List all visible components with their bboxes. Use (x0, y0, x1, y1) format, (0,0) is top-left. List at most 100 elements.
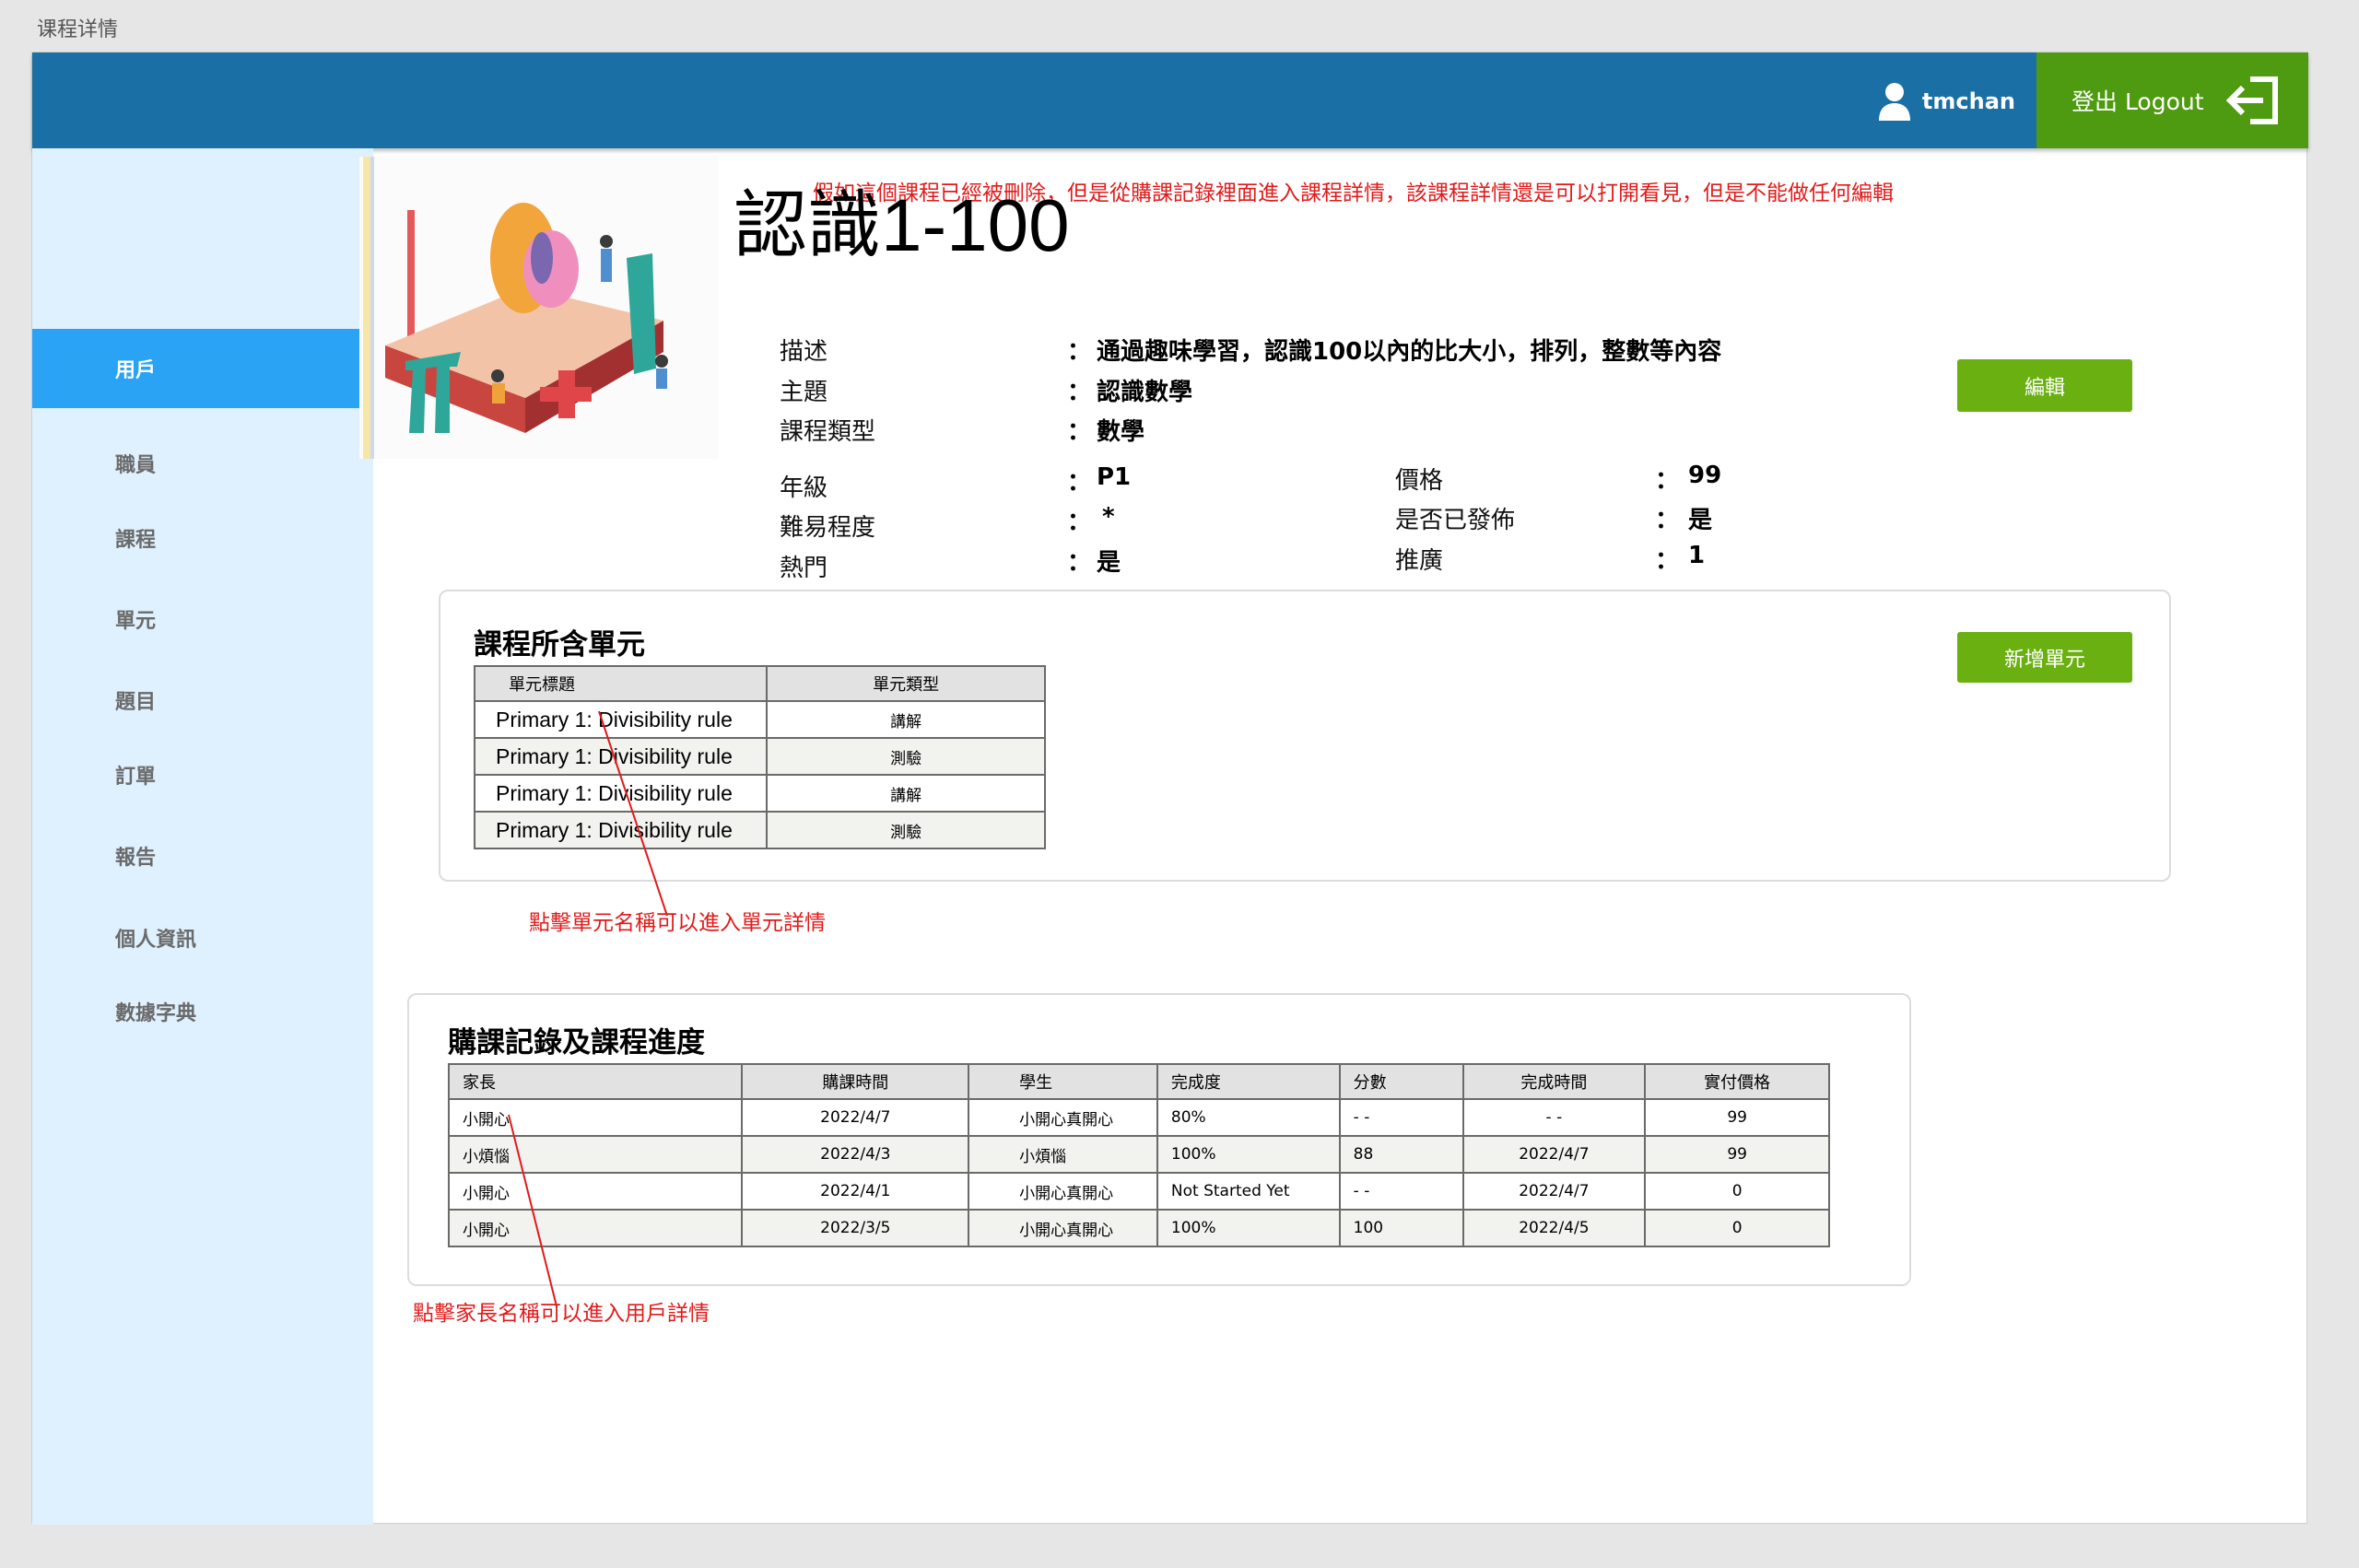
purchase-date: 2022/4/7 (741, 1098, 970, 1137)
sidebar-item-label: 職員 (115, 454, 157, 477)
topic-value: 認識數學 (1097, 379, 1193, 406)
grade-colon: ： (1067, 469, 1092, 497)
table-row: Primary 1: Divisibility rule 講解 (473, 700, 1046, 739)
column-header: 分數 (1338, 1063, 1464, 1100)
score: - - (1338, 1172, 1464, 1211)
user-menu[interactable]: tmchan (1878, 80, 2015, 123)
hot-label: 熱門 (780, 555, 828, 582)
units-card-title: 課程所含單元 (474, 628, 645, 661)
table-row: Primary 1: Divisibility rule 測驗 (473, 737, 1046, 776)
sidebar-item-questions[interactable]: 題目 (32, 661, 373, 740)
table-row: Primary 1: Divisibility rule 講解 (473, 774, 1046, 813)
parent-name-link[interactable]: 小煩惱 (447, 1135, 744, 1174)
description-value: 通過趣味學習，認識100以內的比大小，排列，整數等內容 (1097, 338, 1722, 366)
student-name: 小開心真開心 (968, 1209, 1158, 1247)
category-value: 數學 (1097, 418, 1145, 446)
sidebar-item-label: 數據字典 (115, 1002, 197, 1025)
completed-time: 2022/4/5 (1461, 1209, 1647, 1247)
course-illustration (359, 157, 719, 459)
table-row: 小開心 2022/3/5 小開心真開心 100% 100 2022/4/5 0 (447, 1209, 1830, 1247)
description-colon: ： (1067, 338, 1092, 366)
column-header: 完成時間 (1461, 1063, 1647, 1100)
student-name: 小開心真開心 (968, 1098, 1158, 1137)
completed-time: 2022/4/7 (1461, 1172, 1647, 1211)
price-value: 99 (1688, 462, 1722, 489)
hot-colon: ： (1067, 549, 1092, 577)
category-colon: ： (1067, 418, 1092, 446)
promotion-label: 推廣 (1395, 547, 1444, 575)
column-header: 家長 (447, 1063, 744, 1100)
unit-title-link[interactable]: Primary 1: Divisibility rule (473, 774, 769, 813)
parent-name-link[interactable]: 小開心 (447, 1209, 744, 1247)
column-header: 單元類型 (766, 665, 1046, 702)
purchase-date: 2022/4/1 (741, 1172, 970, 1211)
column-header: 單元標題 (473, 665, 769, 702)
top-bar: tmchan 登出 Logout (32, 53, 2308, 148)
page-label: 课程详情 (37, 18, 119, 41)
unit-type: 講解 (766, 774, 1046, 813)
sidebar-item-units[interactable]: 單元 (32, 579, 373, 659)
orders-table: 家長 購課時間 學生 完成度 分數 完成時間 實付價格 小開心 2022/4/7… (447, 1063, 1830, 1247)
paid-price: 99 (1644, 1098, 1830, 1137)
sidebar-item-label: 用戶 (115, 359, 157, 382)
difficulty-value: * (1102, 503, 1115, 531)
table-row: Primary 1: Divisibility rule 測驗 (473, 811, 1046, 849)
unit-type: 測驗 (766, 811, 1046, 849)
sidebar-item-label: 課程 (115, 529, 157, 552)
parent-name-link[interactable]: 小開心 (447, 1172, 744, 1211)
sidebar-item-reports[interactable]: 報告 (32, 816, 373, 895)
difficulty-label: 難易程度 (780, 514, 876, 542)
user-icon (1878, 83, 1910, 121)
completed-time: - - (1461, 1098, 1647, 1137)
edit-button[interactable]: 編輯 (1957, 359, 2132, 412)
sidebar-item-label: 題目 (115, 691, 157, 714)
sidebar-item-profile[interactable]: 個人資訊 (32, 898, 373, 977)
promotion-value: 1 (1688, 542, 1706, 569)
purchase-date: 2022/4/3 (741, 1135, 970, 1174)
grade-value: P1 (1097, 463, 1132, 491)
sidebar: 用戶 職員 課程 單元 題目 訂單 報告 個人資訊 數據字典 (32, 148, 373, 1525)
add-unit-button[interactable]: 新增單元 (1957, 632, 2132, 683)
sidebar-item-label: 單元 (115, 610, 157, 633)
description-label: 描述 (780, 338, 828, 366)
logout-button[interactable]: 登出 Logout (2036, 53, 2308, 148)
completed-time: 2022/4/7 (1461, 1135, 1647, 1174)
sidebar-item-label: 報告 (115, 847, 157, 870)
progress: Not Started Yet (1156, 1172, 1341, 1211)
unit-link-note: 點擊單元名稱可以進入單元詳情 (529, 911, 826, 935)
sidebar-item-staff[interactable]: 職員 (32, 424, 373, 503)
unit-title-link[interactable]: Primary 1: Divisibility rule (473, 737, 769, 776)
score: - - (1338, 1098, 1464, 1137)
unit-title-link[interactable]: Primary 1: Divisibility rule (473, 700, 769, 739)
published-label: 是否已發佈 (1395, 507, 1516, 534)
score: 100 (1338, 1209, 1464, 1247)
topic-colon: ： (1067, 379, 1092, 406)
purchase-date: 2022/3/5 (741, 1209, 970, 1247)
column-header: 學生 (968, 1063, 1158, 1100)
column-header: 購課時間 (741, 1063, 970, 1100)
progress: 100% (1156, 1209, 1341, 1247)
table-row: 小開心 2022/4/7 小開心真開心 80% - - - - 99 (447, 1098, 1830, 1137)
unit-type: 測驗 (766, 737, 1046, 776)
paid-price: 99 (1644, 1135, 1830, 1174)
progress: 100% (1156, 1135, 1341, 1174)
unit-type: 講解 (766, 700, 1046, 739)
sidebar-item-dictionary[interactable]: 數據字典 (32, 972, 373, 1051)
sidebar-item-orders[interactable]: 訂單 (32, 735, 373, 814)
difficulty-colon: ： (1067, 509, 1092, 536)
category-label: 課程類型 (780, 418, 876, 446)
sidebar-item-label: 個人資訊 (115, 929, 197, 952)
units-table: 單元標題 單元類型 Primary 1: Divisibility rule 講… (473, 665, 1046, 849)
hot-value: 是 (1097, 549, 1121, 577)
sidebar-item-users[interactable]: 用戶 (32, 329, 373, 408)
logout-label: 登出 Logout (2071, 88, 2204, 115)
parent-link-note: 點擊家長名稱可以進入用戶詳情 (413, 1302, 710, 1326)
unit-title-link[interactable]: Primary 1: Divisibility rule (473, 811, 769, 849)
published-value: 是 (1688, 507, 1713, 534)
promotion-colon: ： (1655, 547, 1680, 575)
grade-label: 年級 (780, 474, 828, 502)
progress: 80% (1156, 1098, 1341, 1137)
sidebar-item-courses[interactable]: 課程 (32, 498, 373, 578)
published-colon: ： (1655, 507, 1680, 534)
parent-name-link[interactable]: 小開心 (447, 1098, 744, 1137)
